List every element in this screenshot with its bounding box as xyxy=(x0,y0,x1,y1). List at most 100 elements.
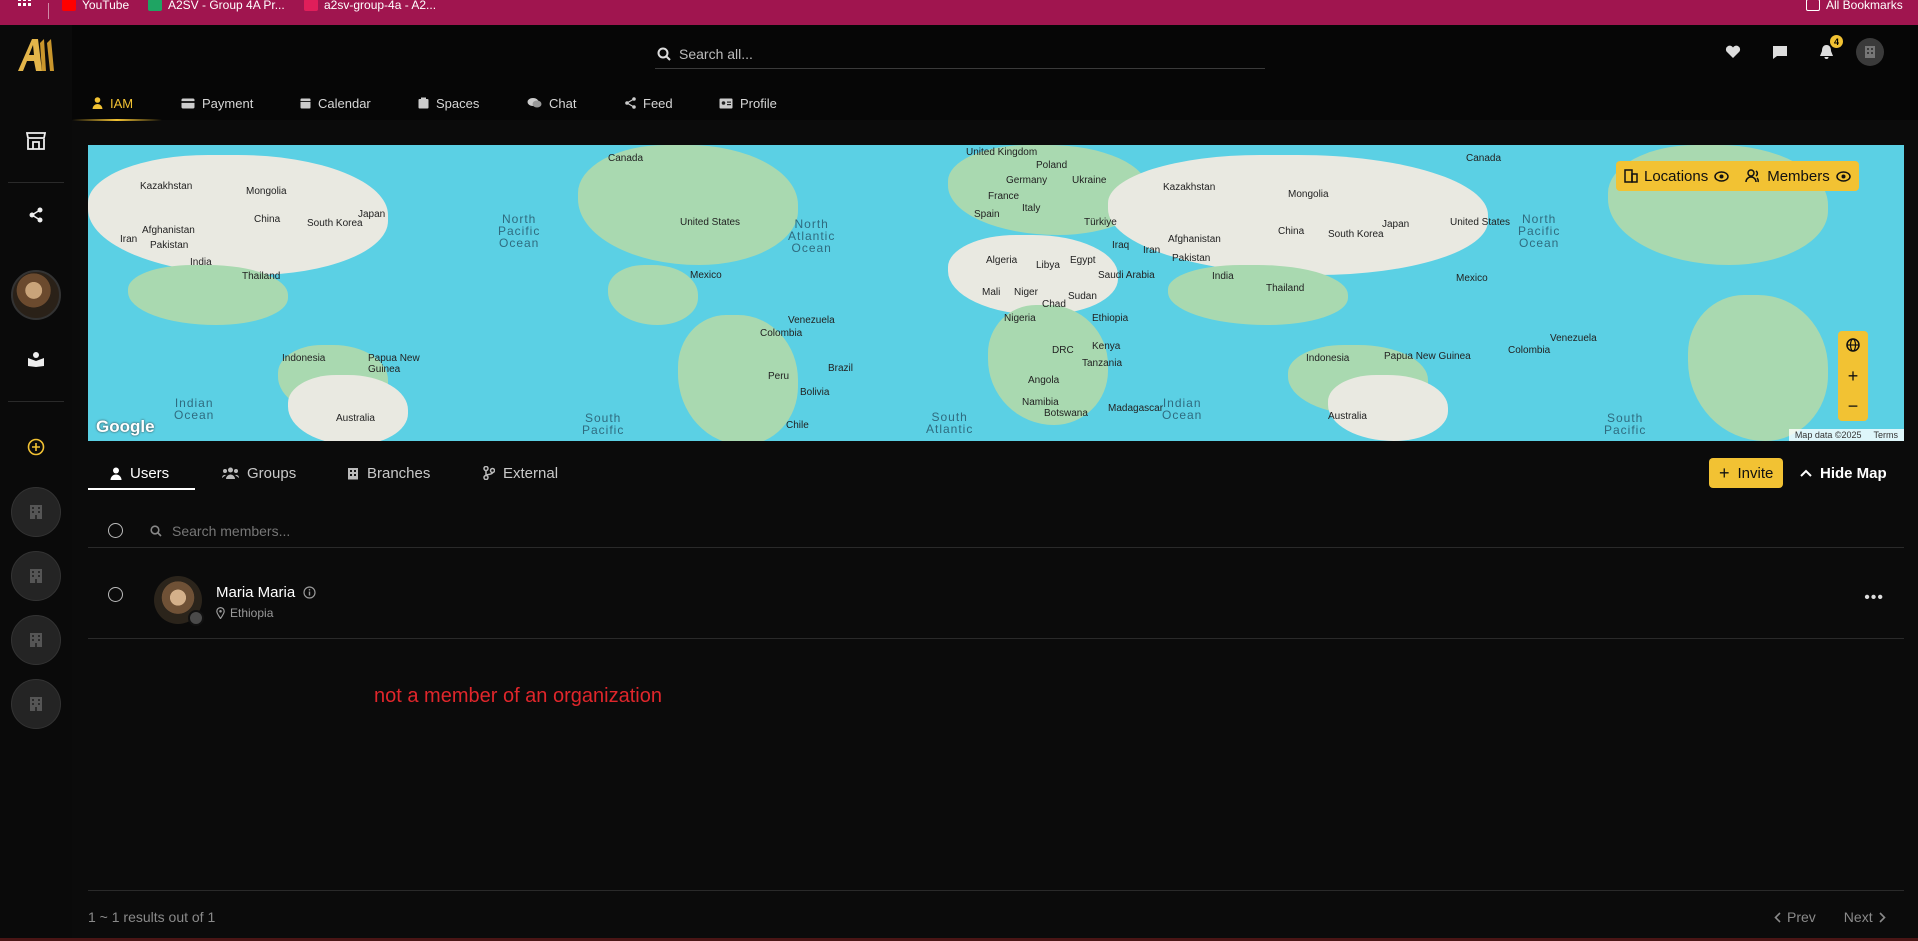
prev-label: Prev xyxy=(1787,909,1816,925)
map-attribution: Map data ©2025 Terms xyxy=(1788,429,1904,441)
heart-icon[interactable] xyxy=(1722,41,1744,63)
next-button[interactable]: Next xyxy=(1844,909,1886,925)
map-label: Venezuela xyxy=(1550,333,1597,344)
map-label: Chad xyxy=(1042,299,1066,310)
map-label: Mexico xyxy=(690,270,722,281)
bookmark-label: a2sv-group-4a - A2... xyxy=(324,0,437,12)
map-label: Iran xyxy=(1143,245,1161,256)
map-label: Canada xyxy=(1466,153,1502,164)
tab-branches[interactable]: Branches xyxy=(347,458,430,488)
member-search-input[interactable]: Search members... xyxy=(150,513,290,548)
map-label: Japan xyxy=(358,209,386,220)
map-label: France xyxy=(988,191,1020,202)
organization-button[interactable] xyxy=(11,679,61,729)
map-label: Mexico xyxy=(1456,273,1488,284)
map-land-south-america-2 xyxy=(1688,295,1828,441)
globe-icon[interactable] xyxy=(1846,336,1860,357)
zoom-in-button[interactable]: + xyxy=(1848,366,1859,387)
global-search[interactable]: Search all... xyxy=(655,39,1265,69)
map-terms-link[interactable]: Terms xyxy=(1874,430,1899,440)
hide-map-button[interactable]: Hide Map xyxy=(1800,458,1887,488)
ocean-label: Indian Ocean xyxy=(174,396,215,422)
map-label: India xyxy=(1212,271,1234,282)
building-icon xyxy=(1865,46,1875,58)
tab-label: Spaces xyxy=(436,95,480,111)
map-label: Venezuela xyxy=(788,315,835,326)
locations-toggle[interactable]: Locations xyxy=(1624,168,1729,185)
map-label: Saudi Arabia xyxy=(1098,270,1155,281)
store-icon[interactable] xyxy=(22,127,50,155)
id-card-icon xyxy=(719,98,733,108)
all-bookmarks[interactable]: All Bookmarks xyxy=(1806,0,1903,12)
calendar-icon xyxy=(300,98,311,109)
messages-icon[interactable] xyxy=(1769,41,1791,63)
row-checkbox[interactable] xyxy=(108,587,123,602)
table-row[interactable]: Maria Maria Ethiopia ••• xyxy=(88,549,1904,639)
invite-label: Invite xyxy=(1737,464,1774,482)
map-label: Canada xyxy=(608,153,644,164)
map-label: Pakistan xyxy=(150,240,189,251)
apps-grid-icon[interactable] xyxy=(18,0,32,12)
tab-users[interactable]: Users xyxy=(110,458,169,488)
tab-chat[interactable]: Chat xyxy=(527,85,576,121)
zoom-out-button[interactable]: − xyxy=(1848,396,1859,417)
bookmark-group-4a[interactable]: A2SV - Group 4A Pr... xyxy=(148,0,285,12)
share-icon[interactable] xyxy=(22,201,50,229)
map-label: India xyxy=(190,257,212,268)
map-land-asia-south xyxy=(1168,265,1348,325)
ocean-label: South Pacific xyxy=(1604,411,1647,437)
map-land-asia-west xyxy=(88,155,388,275)
bookmarks-bar: YouTube A2SV - Group 4A Pr... a2sv-group… xyxy=(0,0,1918,25)
tab-calendar[interactable]: Calendar xyxy=(300,85,371,121)
world-map[interactable]: Canada United States Mexico Venezuela Co… xyxy=(88,145,1904,441)
building-icon xyxy=(30,569,42,583)
ocean-label: North Pacific Ocean xyxy=(498,212,541,250)
app-logo[interactable] xyxy=(14,33,58,77)
bookmark-youtube[interactable]: YouTube xyxy=(62,0,129,12)
tab-external[interactable]: External xyxy=(483,458,558,488)
account-avatar[interactable] xyxy=(1856,38,1884,66)
organization-button[interactable] xyxy=(11,487,61,537)
bell-icon[interactable]: 4 xyxy=(1815,35,1843,63)
organization-button[interactable] xyxy=(11,551,61,601)
map-label: Indonesia xyxy=(1306,353,1350,364)
bookmark-a2sv-group[interactable]: a2sv-group-4a - A2... xyxy=(304,0,436,12)
member-name-text: Maria Maria xyxy=(216,584,296,601)
tab-groups[interactable]: Groups xyxy=(222,458,296,488)
global-search-placeholder: Search all... xyxy=(679,45,753,62)
tab-feed[interactable]: Feed xyxy=(625,85,673,121)
map-label: China xyxy=(1278,226,1305,237)
tab-label: Chat xyxy=(549,95,577,111)
organization-button[interactable] xyxy=(11,615,61,665)
tab-label: Profile xyxy=(740,95,777,111)
select-all-checkbox[interactable] xyxy=(108,523,123,538)
map-label: Mongolia xyxy=(1288,189,1329,200)
active-tab-indicator xyxy=(72,119,162,121)
tab-profile[interactable]: Profile xyxy=(719,85,777,121)
map-land-australia-2 xyxy=(1328,375,1448,441)
building-icon xyxy=(348,467,358,479)
google-logo: Google xyxy=(96,417,155,436)
tab-iam[interactable]: IAM xyxy=(92,85,133,121)
map-label: Algeria xyxy=(986,255,1018,266)
bookmark-label: YouTube xyxy=(82,0,130,12)
book-user-icon[interactable] xyxy=(22,345,50,373)
map-label: Ethiopia xyxy=(1092,313,1129,324)
tab-payment[interactable]: Payment xyxy=(181,85,253,121)
add-circle-icon[interactable] xyxy=(22,433,50,461)
invite-button[interactable]: + Invite xyxy=(1709,458,1784,488)
building-icon xyxy=(30,505,42,519)
members-toggle[interactable]: Members xyxy=(1745,168,1851,185)
user-avatar[interactable] xyxy=(11,270,61,320)
map-label: South Korea xyxy=(1328,229,1384,240)
map-label: Iran xyxy=(120,234,138,245)
bookmark-divider xyxy=(48,3,49,19)
tab-label: Payment xyxy=(202,95,254,111)
card-icon xyxy=(181,98,195,108)
more-options-icon[interactable]: ••• xyxy=(1864,589,1884,607)
prev-button[interactable]: Prev xyxy=(1774,909,1816,925)
spaces-icon xyxy=(418,97,429,109)
info-icon[interactable] xyxy=(303,586,316,599)
tab-spaces[interactable]: Spaces xyxy=(418,85,479,121)
map-label: Nigeria xyxy=(1004,313,1036,324)
